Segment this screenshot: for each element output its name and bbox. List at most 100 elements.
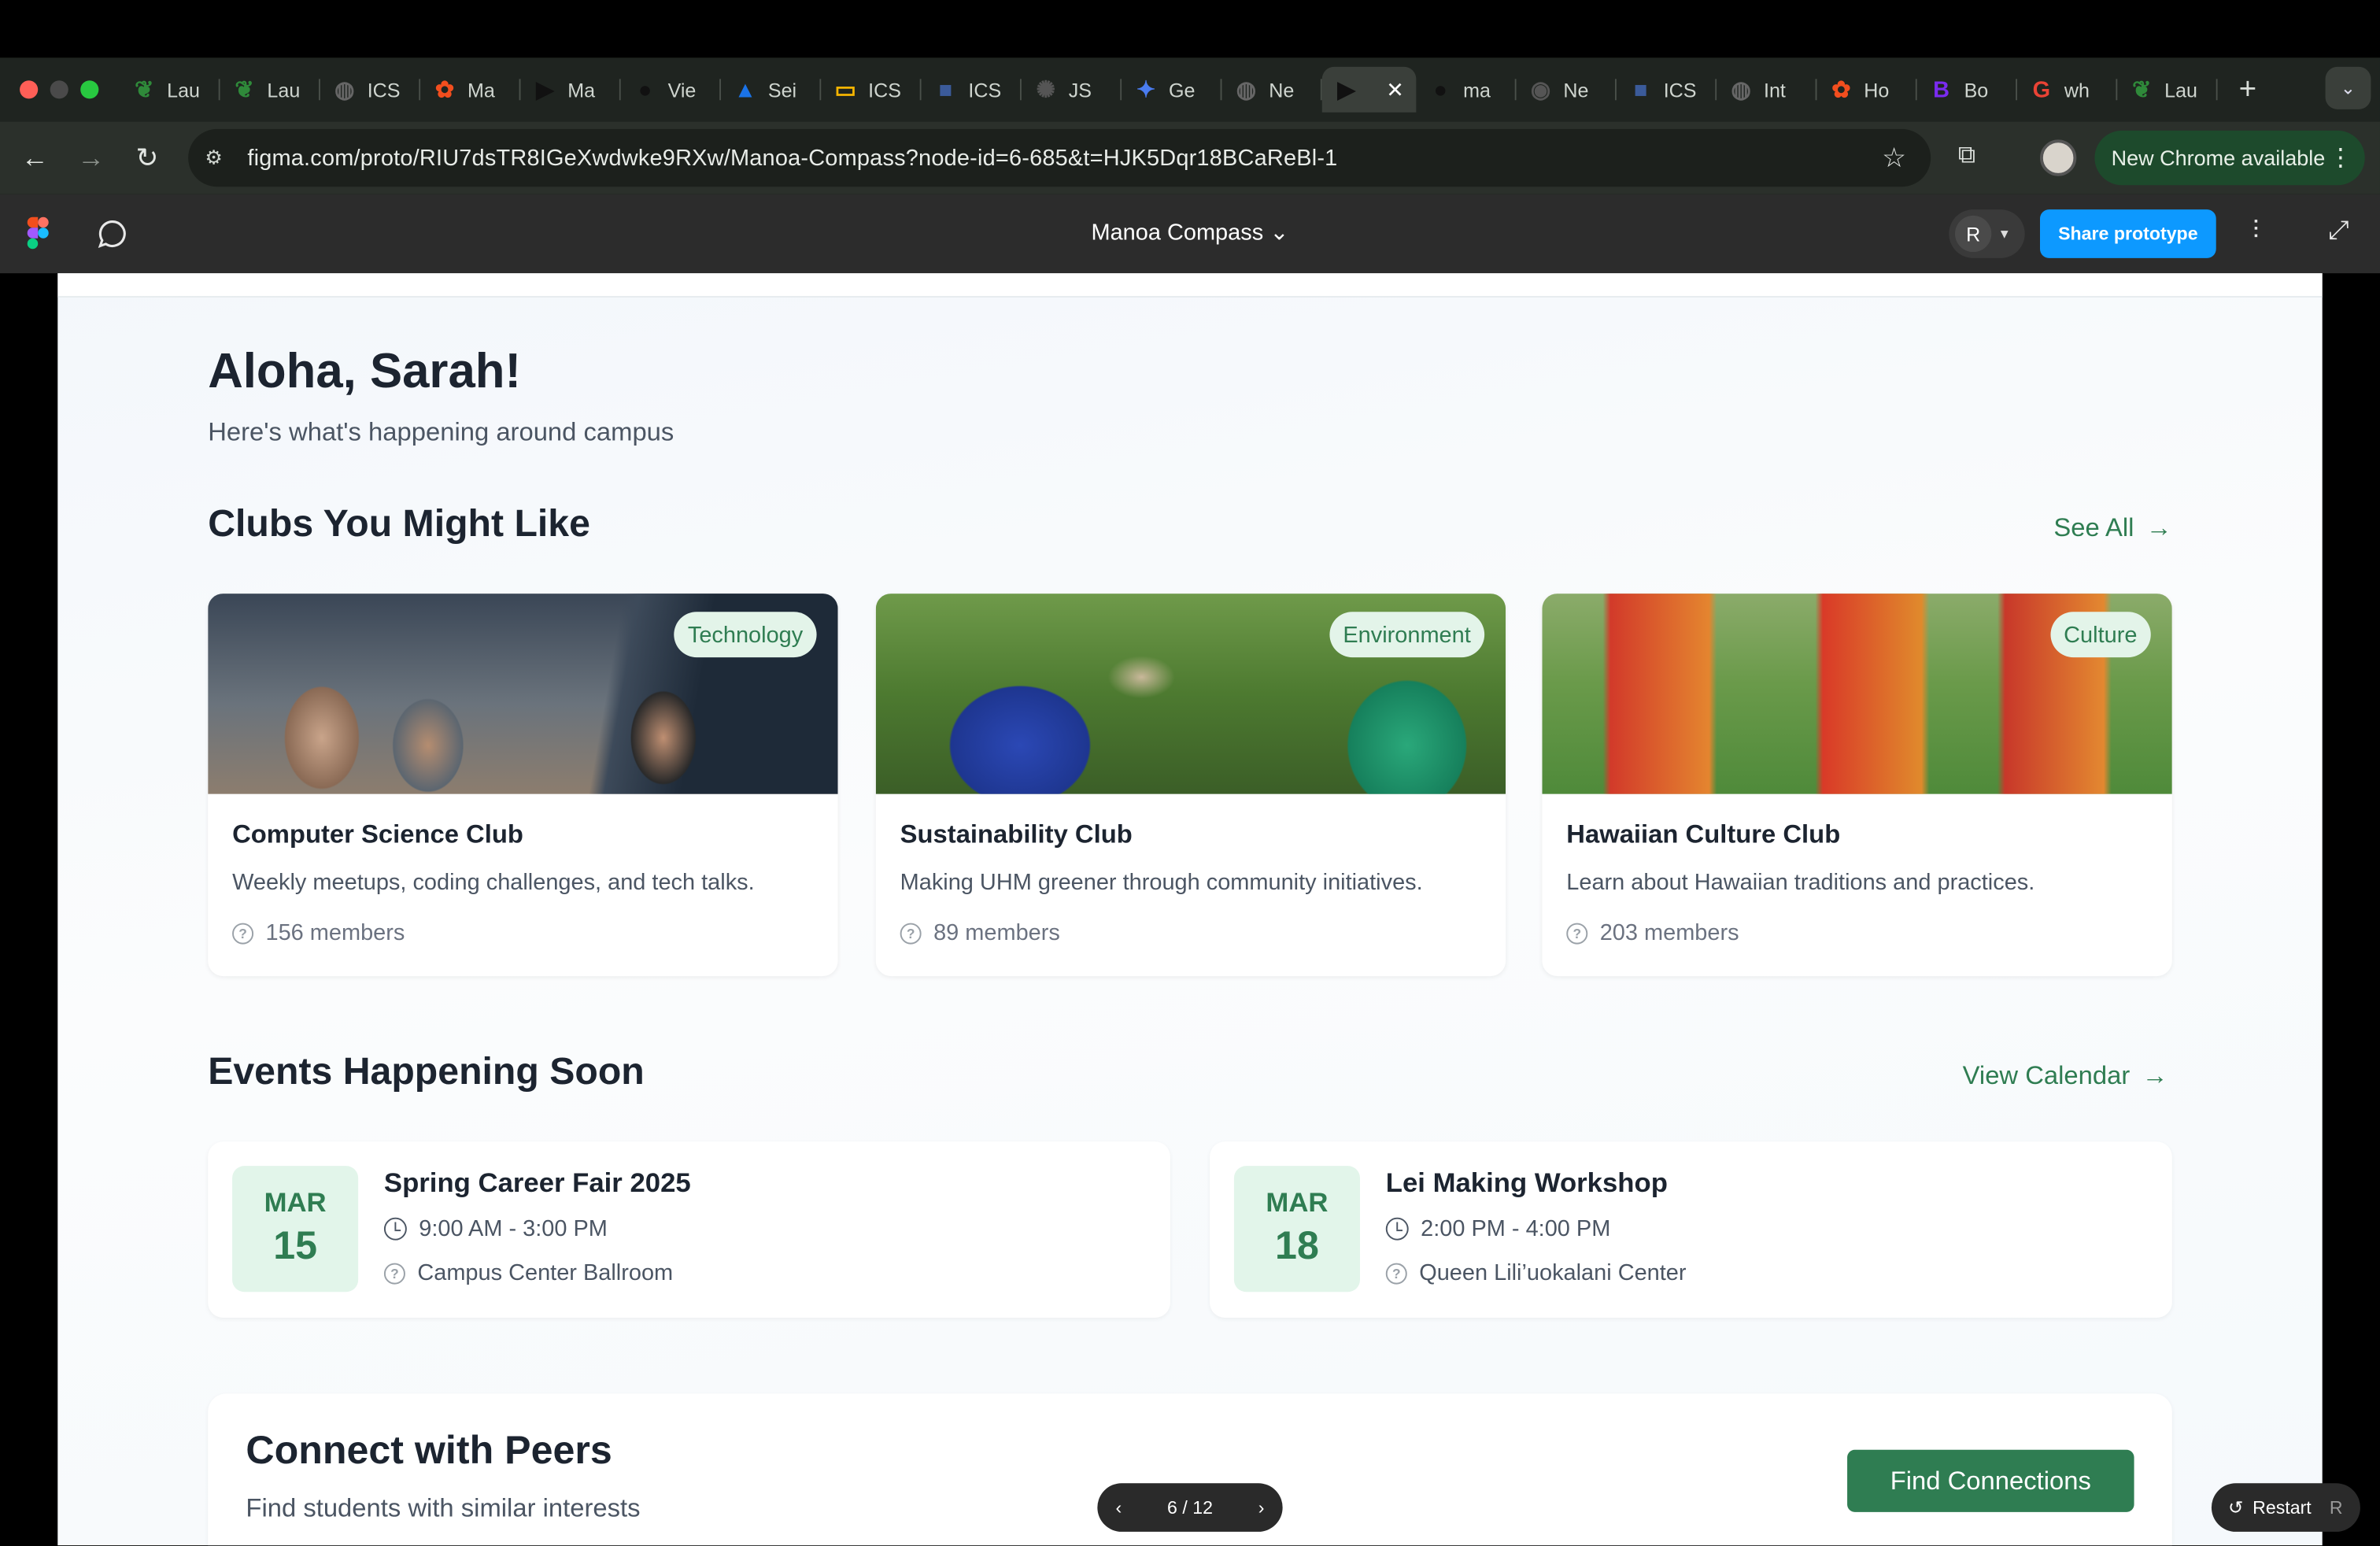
settings-sliders-icon[interactable]: ⫶	[2252, 216, 2259, 246]
see-all-link[interactable]: See All →	[2053, 513, 2171, 544]
browser-tab[interactable]: ✿ Ma	[420, 67, 521, 113]
address-bar[interactable]: ⚙ figma.com/proto/RIU7dsTR8IGeXwdwke9RXw…	[188, 128, 1931, 187]
member-count: ? 156 members	[232, 919, 405, 946]
leaf-icon: ❦	[235, 77, 254, 104]
browser-tab[interactable]: ❦ Lau	[120, 67, 220, 113]
tab-label: ICS	[367, 78, 401, 102]
club-title: Computer Science Club	[232, 819, 523, 849]
figma-icon: ✿	[1831, 77, 1851, 104]
view-calendar-label: View Calendar	[1962, 1061, 2131, 1090]
back-icon[interactable]: ←	[17, 139, 53, 176]
club-card[interactable]: Culture Hawaiian Culture Club Learn abou…	[1542, 594, 2172, 977]
forward-icon[interactable]: →	[73, 139, 109, 176]
event-location: ? Queen Lili’uokalani Center	[1385, 1259, 1687, 1286]
tab-strip: ❦ Lau ❦ Lau ◍ ICS ✿ Ma ▶ Ma ● Vie ▲ Sei ▭ ICS ■ ICS ✺ JS ✦ Ge…	[0, 57, 2380, 122]
event-date-badge: MAR 15	[232, 1166, 359, 1293]
browser-tab[interactable]: ❦ Lau	[2117, 67, 2218, 113]
tab-search-icon[interactable]: ⌄	[2325, 66, 2371, 109]
bookmark-star-icon[interactable]: ☆	[1882, 142, 1906, 173]
tab-label: Bo	[1964, 78, 1989, 102]
category-tag: Technology	[674, 612, 817, 658]
new-tab-icon[interactable]: +	[2239, 72, 2257, 107]
event-time-text: 9:00 AM - 3:00 PM	[419, 1215, 608, 1242]
see-all-label: See All	[2053, 512, 2134, 542]
club-card[interactable]: Environment Sustainability Club Making U…	[875, 594, 1506, 977]
browser-tab[interactable]: ■ ICS	[922, 67, 1022, 113]
update-chrome-label: New Chrome available	[2111, 146, 2326, 170]
tab-label: Ho	[1864, 78, 1890, 102]
minimize-window-button[interactable]	[50, 80, 68, 99]
browser-tab[interactable]: ◍ ICS	[320, 67, 421, 113]
site-settings-icon[interactable]: ⚙	[205, 146, 229, 170]
leaf-icon: ❦	[2132, 77, 2152, 104]
event-month: MAR	[1266, 1187, 1329, 1218]
browser-tab[interactable]: Gwh	[2017, 67, 2118, 113]
browser-tab[interactable]: ◍ Int	[1717, 67, 1817, 113]
top-nav-edge	[57, 273, 2323, 298]
window-controls	[20, 80, 99, 99]
expand-icon[interactable]: ⤢	[2328, 216, 2349, 246]
browser-tab[interactable]: ✿ Ho	[1816, 67, 1917, 113]
browser-tab[interactable]: ▶ ✕	[1321, 66, 1417, 113]
update-chrome-button[interactable]: New Chrome available ⋮	[2094, 130, 2365, 186]
reload-icon[interactable]: ↻	[129, 139, 165, 176]
event-location-text: Queen Lili’uokalani Center	[1419, 1259, 1687, 1286]
event-location: ? Campus Center Ballroom	[383, 1259, 674, 1286]
github-icon: ●	[1433, 76, 1447, 103]
slides-icon: ▭	[834, 77, 856, 104]
browser-tab[interactable]: ❦ Lau	[220, 67, 320, 113]
zoom-window-button[interactable]	[80, 80, 99, 99]
tab-label: Ma	[567, 78, 596, 102]
share-prototype-button[interactable]: Share prototype	[2039, 209, 2216, 258]
leaf-icon: ❦	[135, 77, 154, 104]
browser-tab[interactable]: ▶ Ma	[520, 67, 621, 113]
google-icon: G	[2032, 76, 2051, 103]
user-menu[interactable]: R ▾	[1949, 209, 2025, 258]
chevron-right-icon[interactable]: ›	[1258, 1497, 1265, 1518]
find-connections-button[interactable]: Find Connections	[1847, 1449, 2134, 1512]
tab-list: ❦ Lau ❦ Lau ◍ ICS ✿ Ma ▶ Ma ● Vie ▲ Sei ▭ ICS ■ ICS ✺ JS ✦ Ge…	[120, 66, 2218, 113]
member-count-text: 156 members	[265, 919, 405, 946]
event-card[interactable]: MAR 15 Spring Career Fair 2025 9:00 AM -…	[208, 1141, 1170, 1318]
clock-icon	[383, 1217, 407, 1241]
arrow-right-icon: →	[2142, 1061, 2168, 1090]
more-menu-icon[interactable]: ⋮	[2328, 142, 2352, 173]
member-count-text: 89 members	[933, 919, 1060, 946]
play-icon: ▶	[1337, 77, 1355, 104]
url-text[interactable]: figma.com/proto/RIU7dsTR8IGeXwdwke9RXw/M…	[247, 145, 1337, 171]
restart-label: Restart	[2252, 1496, 2312, 1518]
event-date-badge: MAR 18	[1233, 1166, 1360, 1293]
browser-tab[interactable]: ✺ JS	[1022, 67, 1122, 113]
browser-tab[interactable]: ▭ ICS	[821, 67, 922, 113]
browser-tab[interactable]: ✦ Ge	[1122, 67, 1222, 113]
browser-tab[interactable]: ◉ Ne	[1517, 67, 1617, 113]
view-calendar-link[interactable]: View Calendar →	[1963, 1061, 2168, 1092]
event-card[interactable]: MAR 18 Lei Making Workshop 2:00 PM - 4:0…	[1210, 1141, 2172, 1318]
extensions-icon[interactable]: ⧉	[1958, 142, 1975, 170]
browser-tab[interactable]: ◍ Ne	[1221, 67, 1322, 113]
tab-label: Ne	[1563, 78, 1589, 102]
tab-label: Sei	[767, 78, 797, 102]
member-count: ? 203 members	[1566, 919, 1739, 946]
restart-button[interactable]: ↺ Restart R	[2211, 1483, 2360, 1532]
club-card[interactable]: Technology Computer Science Club Weekly …	[208, 594, 838, 977]
events-heading: Events Happening Soon	[208, 1050, 645, 1093]
browser-tab[interactable]: B Bo	[1917, 67, 2018, 113]
member-count-text: 203 members	[1599, 919, 1739, 946]
browser-tab[interactable]: ● ma	[1416, 67, 1517, 113]
club-description: Weekly meetups, coding challenges, and t…	[232, 870, 755, 896]
location-icon: ?	[383, 1262, 405, 1284]
browser-tab[interactable]: ▲ Sei	[721, 67, 822, 113]
profile-avatar[interactable]	[2039, 139, 2077, 176]
tab-label: Ne	[1269, 78, 1295, 102]
chevron-left-icon[interactable]: ‹	[1115, 1497, 1122, 1518]
close-tab-icon[interactable]: ✕	[1386, 76, 1404, 102]
browser-tab[interactable]: ● Vie	[621, 67, 722, 113]
github-icon: ●	[638, 76, 652, 103]
event-day: 18	[1275, 1222, 1319, 1268]
browser-tab[interactable]: ■ ICS	[1617, 67, 1717, 113]
event-location-text: Campus Center Ballroom	[417, 1259, 674, 1286]
club-title: Hawaiian Culture Club	[1566, 819, 1841, 849]
event-title: Spring Career Fair 2025	[383, 1167, 691, 1198]
close-window-button[interactable]	[20, 80, 39, 99]
